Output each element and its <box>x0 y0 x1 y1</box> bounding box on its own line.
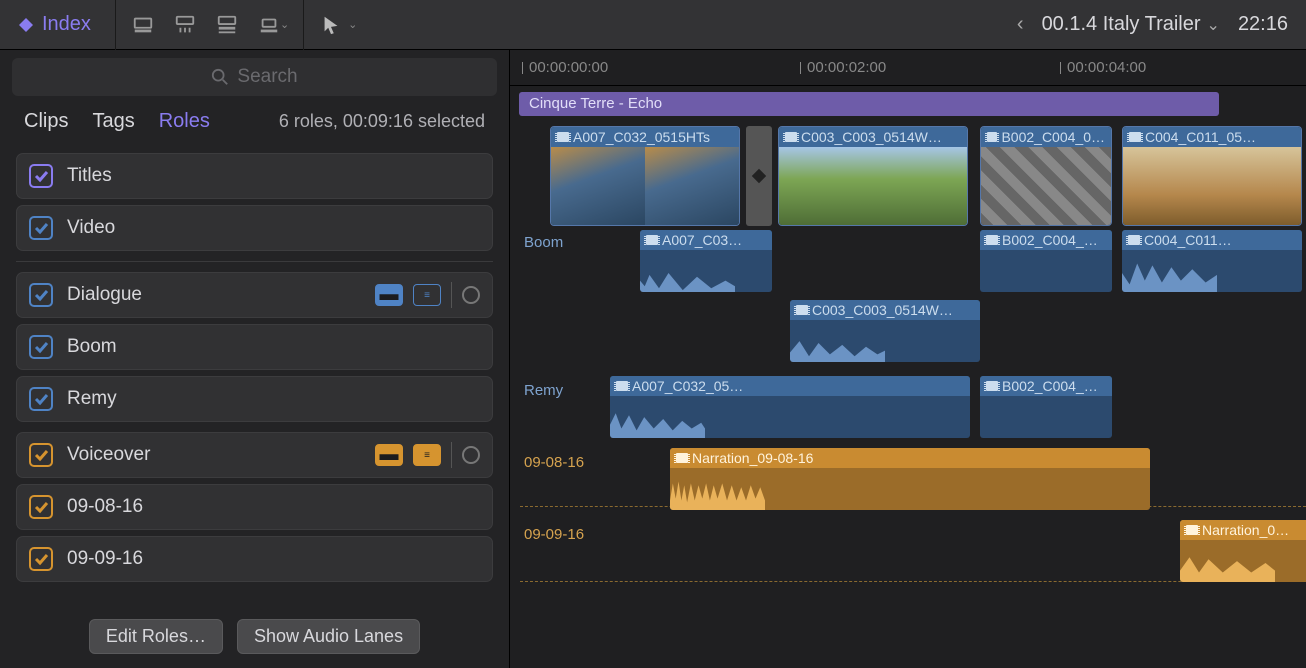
top-toolbar: Index ⌄ ⌄ ‹ 00.1.4 Italy Trailer ⌄ 22:16 <box>0 0 1306 50</box>
tab-clips[interactable]: Clips <box>24 110 68 133</box>
video-clip[interactable]: A007_C032_0515HTs <box>550 126 740 226</box>
film-icon <box>1128 235 1140 245</box>
checkbox[interactable] <box>29 283 53 307</box>
ruler-tick: 00:00:00:00 <box>522 59 608 76</box>
audio-clip[interactable]: B002_C004_… <box>980 376 1112 438</box>
film-icon <box>1129 132 1141 142</box>
subrole-09-09-16[interactable]: 09-09-16 <box>16 536 493 582</box>
audio-clip[interactable]: A007_C032_05… <box>610 376 970 438</box>
index-label: Index <box>42 13 91 36</box>
film-icon <box>557 132 569 142</box>
film-icon <box>796 305 808 315</box>
separator <box>303 0 304 50</box>
roles-list: Titles Video Dialogue ▬ ≡ <box>0 145 509 609</box>
video-clip[interactable]: C004_C011_05… <box>1122 126 1302 226</box>
role-video[interactable]: Video <box>16 205 493 251</box>
subrole-09-08-16[interactable]: 09-08-16 <box>16 484 493 530</box>
checkbox[interactable] <box>29 443 53 467</box>
tab-roles[interactable]: Roles <box>159 110 210 133</box>
role-dialogue[interactable]: Dialogue ▬ ≡ <box>16 272 493 318</box>
film-icon <box>986 235 998 245</box>
sidebar-footer: Edit Roles… Show Audio Lanes <box>0 609 509 668</box>
checkbox[interactable] <box>29 547 53 571</box>
video-clip[interactable]: C003_C003_0514W… <box>778 126 968 226</box>
project-timecode: 22:16 <box>1238 13 1288 36</box>
checkbox[interactable] <box>29 216 53 240</box>
subrole-remy[interactable]: Remy <box>16 376 493 422</box>
checkbox[interactable] <box>29 495 53 519</box>
checkbox[interactable] <box>29 387 53 411</box>
index-sidebar: Search Clips Tags Roles 6 roles, 00:09:1… <box>0 50 510 668</box>
focus-button[interactable]: ▬ <box>375 444 403 466</box>
tab-tags[interactable]: Tags <box>92 110 134 133</box>
appearance-button-3[interactable] <box>212 10 242 40</box>
ruler-tick: 00:00:02:00 <box>800 59 886 76</box>
role-voiceover[interactable]: Voiceover ▬ ≡ <box>16 432 493 478</box>
film-icon <box>646 235 658 245</box>
film-icon <box>616 381 628 391</box>
audio-clip[interactable]: Narration_09-08-16 <box>670 448 1150 510</box>
chevron-down-icon: ⌄ <box>1207 15 1220 35</box>
film-icon <box>1186 525 1198 535</box>
show-audio-lanes-button[interactable]: Show Audio Lanes <box>237 619 420 654</box>
diamond-icon <box>18 17 34 33</box>
lanes-button[interactable]: ≡ <box>413 284 441 306</box>
audio-clip[interactable]: B002_C004_… <box>980 230 1112 292</box>
film-icon <box>987 132 997 142</box>
audio-clip[interactable]: C003_C003_0514W… <box>790 300 980 362</box>
pointer-tool[interactable] <box>316 10 346 40</box>
back-button[interactable]: ‹ <box>1017 13 1024 36</box>
primary-storyline: A007_C032_0515HTs C003_C003_0514W… B002_… <box>520 126 1306 226</box>
role-titles[interactable]: Titles <box>16 153 493 199</box>
film-icon <box>785 132 797 142</box>
timeline[interactable]: 00:00:00:00 00:00:02:00 00:00:04:00 Cinq… <box>510 50 1306 668</box>
compound-clip-label[interactable]: Cinque Terre - Echo <box>519 92 1219 116</box>
transition[interactable] <box>746 126 772 226</box>
checkbox[interactable] <box>29 164 53 188</box>
chevron-down-icon[interactable]: ⌄ <box>280 18 289 31</box>
solo-button[interactable] <box>462 446 480 464</box>
chevron-down-icon[interactable]: ⌄ <box>348 18 357 31</box>
solo-button[interactable] <box>462 286 480 304</box>
audio-clip[interactable]: Narration_0… <box>1180 520 1306 582</box>
audio-clip[interactable]: A007_C03… <box>640 230 772 292</box>
separator <box>115 0 116 50</box>
subrole-boom[interactable]: Boom <box>16 324 493 370</box>
focus-button[interactable]: ▬ <box>375 284 403 306</box>
project-title[interactable]: 00.1.4 Italy Trailer ⌄ <box>1042 13 1220 36</box>
audio-clip[interactable]: C004_C011… <box>1122 230 1302 292</box>
ruler-tick: 00:00:04:00 <box>1060 59 1146 76</box>
appearance-button-1[interactable] <box>128 10 158 40</box>
appearance-button-2[interactable] <box>170 10 200 40</box>
edit-roles-button[interactable]: Edit Roles… <box>89 619 223 654</box>
search-icon <box>211 68 229 86</box>
index-tabbar: Clips Tags Roles 6 roles, 00:09:16 selec… <box>0 96 509 145</box>
film-icon <box>986 381 998 391</box>
video-clip[interactable]: B002_C004_0… <box>980 126 1112 226</box>
checkbox[interactable] <box>29 335 53 359</box>
time-ruler[interactable]: 00:00:00:00 00:00:02:00 00:00:04:00 <box>510 50 1306 86</box>
index-button[interactable]: Index <box>0 13 109 36</box>
roles-info: 6 roles, 00:09:16 selected <box>279 111 485 132</box>
divider <box>16 261 493 262</box>
lanes-button[interactable]: ≡ <box>413 444 441 466</box>
film-icon <box>676 453 688 463</box>
search-input[interactable]: Search <box>12 58 497 96</box>
